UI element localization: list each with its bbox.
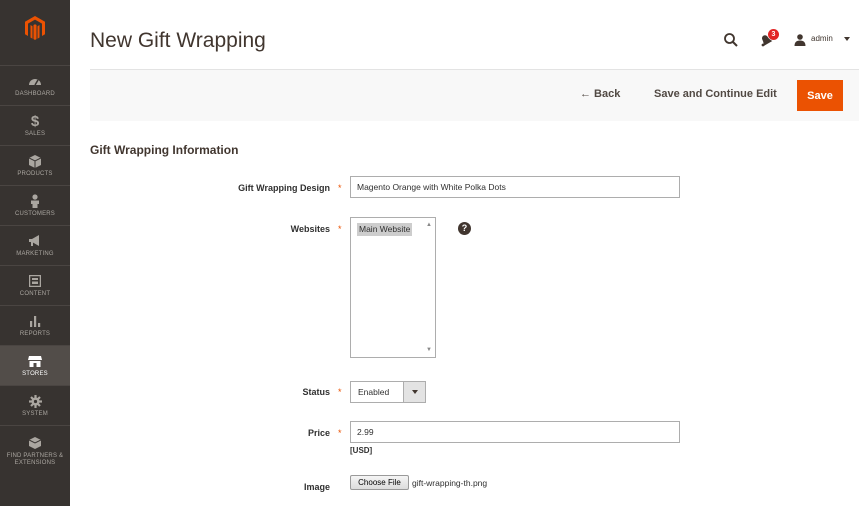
sidebar-item-label: FIND PARTNERS & EXTENSIONS bbox=[6, 452, 64, 466]
sidebar-item-label: PRODUCTS bbox=[17, 171, 53, 177]
status-select-value: Enabled bbox=[358, 387, 390, 397]
scroll-down-arrow-icon[interactable]: ▼ bbox=[426, 347, 432, 353]
sidebar-item-marketing[interactable]: MARKETING bbox=[0, 225, 70, 265]
required-marker: * bbox=[338, 183, 342, 193]
help-icon[interactable]: ? bbox=[458, 222, 471, 235]
sidebar-item-reports[interactable]: REPORTS bbox=[0, 305, 70, 345]
selected-file-name: gift-wrapping-th.png bbox=[412, 478, 488, 488]
content-icon bbox=[29, 273, 41, 289]
select-toggle[interactable] bbox=[403, 382, 425, 402]
sidebar-item-label: SYSTEM bbox=[22, 411, 48, 417]
image-label: Image bbox=[303, 482, 330, 492]
status-label: Status bbox=[302, 387, 330, 397]
megaphone-icon bbox=[28, 233, 42, 249]
price-label: Price bbox=[307, 428, 330, 438]
sidebar-item-stores[interactable]: STORES bbox=[0, 345, 70, 385]
choose-file-button[interactable]: Choose File bbox=[350, 475, 409, 490]
page-title: New Gift Wrapping bbox=[90, 29, 266, 52]
sidebar-item-content[interactable]: CONTENT bbox=[0, 265, 70, 305]
price-input[interactable]: 2.99 bbox=[350, 421, 680, 443]
websites-multiselect[interactable]: Main Website ▲ ▼ bbox=[350, 217, 436, 358]
sidebar: DASHBOARD $ SALES PRODUCTS CUSTOMERS MAR… bbox=[0, 0, 70, 506]
box-icon bbox=[29, 435, 41, 451]
save-button[interactable]: Save bbox=[797, 80, 843, 111]
sidebar-item-dashboard[interactable]: DASHBOARD bbox=[0, 65, 70, 105]
required-marker: * bbox=[338, 387, 342, 397]
person-icon bbox=[30, 193, 40, 209]
sidebar-item-label: REPORTS bbox=[19, 331, 51, 337]
gift-wrapping-design-label: Gift Wrapping Design bbox=[238, 183, 330, 193]
dashboard-icon bbox=[28, 73, 42, 89]
sidebar-item-label: DASHBOARD bbox=[15, 91, 55, 97]
sidebar-item-label: MARKETING bbox=[16, 251, 54, 257]
sidebar-item-system[interactable]: SYSTEM bbox=[0, 385, 70, 425]
cube-icon bbox=[29, 153, 41, 169]
sidebar-item-label: STORES bbox=[22, 371, 48, 377]
dollar-icon: $ bbox=[30, 112, 40, 130]
back-button[interactable]: ← Back bbox=[580, 88, 620, 100]
chevron-down-icon bbox=[411, 390, 418, 394]
sidebar-item-products[interactable]: PRODUCTS bbox=[0, 145, 70, 185]
save-and-continue-button[interactable]: Save and Continue Edit bbox=[654, 88, 777, 100]
sidebar-item-label: SALES bbox=[24, 131, 46, 137]
websites-label: Websites bbox=[290, 224, 330, 234]
required-marker: * bbox=[338, 224, 342, 234]
sidebar-item-customers[interactable]: CUSTOMERS bbox=[0, 185, 70, 225]
bar-chart-icon bbox=[29, 313, 41, 329]
websites-option-main-website[interactable]: Main Website bbox=[357, 223, 413, 236]
gear-icon bbox=[28, 393, 42, 409]
price-currency-note: [USD] bbox=[350, 446, 373, 455]
sidebar-item-sales[interactable]: $ SALES bbox=[0, 105, 70, 145]
required-marker: * bbox=[338, 428, 342, 438]
sidebar-item-label: CUSTOMERS bbox=[14, 211, 56, 217]
section-title: Gift Wrapping Information bbox=[90, 143, 239, 157]
gift-wrapping-design-input[interactable]: Magento Orange with White Polka Dots bbox=[350, 176, 680, 198]
user-menu-name[interactable]: admin bbox=[811, 34, 833, 43]
sidebar-item-label: CONTENT bbox=[19, 291, 51, 297]
magento-logo-icon[interactable] bbox=[0, 0, 70, 56]
search-icon[interactable] bbox=[723, 32, 739, 48]
status-select[interactable]: Enabled bbox=[350, 381, 426, 403]
sidebar-item-find-partners[interactable]: FIND PARTNERS & EXTENSIONS bbox=[0, 425, 70, 475]
chevron-down-icon[interactable] bbox=[844, 37, 850, 41]
admin-app: DASHBOARD $ SALES PRODUCTS CUSTOMERS MAR… bbox=[0, 0, 859, 506]
store-icon bbox=[28, 353, 42, 369]
scroll-up-arrow-icon[interactable]: ▲ bbox=[426, 222, 432, 228]
notification-count-badge: 3 bbox=[768, 29, 779, 40]
user-icon[interactable] bbox=[794, 33, 806, 46]
